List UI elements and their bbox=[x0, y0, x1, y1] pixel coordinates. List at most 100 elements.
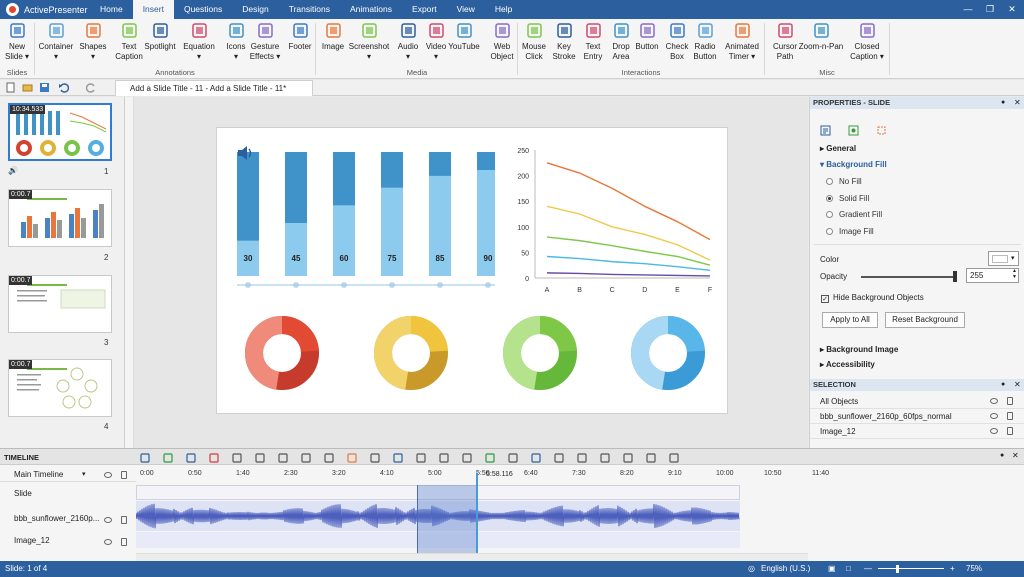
lock-icon[interactable] bbox=[121, 471, 127, 479]
zoom-slider-handle[interactable] bbox=[896, 565, 899, 573]
time-selection[interactable] bbox=[417, 485, 477, 553]
button-button[interactable]: Button bbox=[632, 22, 662, 52]
zoom-n-pan-button[interactable]: Zoom-n-Pan bbox=[796, 22, 846, 52]
lock-icon[interactable] bbox=[1007, 427, 1013, 435]
image-fill-radio[interactable]: Image Fill bbox=[826, 227, 874, 236]
tab-view[interactable]: View bbox=[447, 0, 485, 19]
timeline-tool-icon[interactable] bbox=[393, 453, 403, 463]
track-image[interactable]: Image_12 bbox=[0, 536, 136, 545]
tab-animations[interactable]: Animations bbox=[340, 0, 402, 19]
timeline-tool-icon[interactable] bbox=[163, 453, 173, 463]
background-fill-section[interactable]: ▾ Background Fill bbox=[820, 160, 887, 169]
timeline-tool-icon[interactable] bbox=[554, 453, 564, 463]
timeline-tool-icon[interactable] bbox=[347, 453, 357, 463]
background-image-section[interactable]: ▸ Background Image bbox=[820, 345, 898, 354]
size-properties-icon[interactable] bbox=[876, 125, 887, 136]
slide-thumbnail[interactable]: 10:34.533 bbox=[8, 103, 112, 161]
timeline-tool-icon[interactable] bbox=[186, 453, 196, 463]
pin-icon[interactable]: ● bbox=[1001, 381, 1005, 388]
slide-thumbnail[interactable]: 0:00.7 bbox=[8, 275, 112, 333]
zoom-out-icon[interactable]: — bbox=[864, 561, 872, 577]
new-button[interactable]: New Slide ▾ bbox=[2, 22, 32, 62]
maximize-icon[interactable]: ❐ bbox=[979, 0, 1001, 19]
radio-button[interactable]: Radio Button bbox=[690, 22, 720, 62]
timeline-tool-icon[interactable] bbox=[600, 453, 610, 463]
accessibility-section[interactable]: ▸ Accessibility bbox=[820, 360, 875, 369]
zoom-in-icon[interactable]: + bbox=[950, 561, 955, 577]
fullscreen-icon[interactable]: □ bbox=[846, 561, 851, 577]
timeline-tool-icon[interactable] bbox=[508, 453, 518, 463]
tab-help[interactable]: Help bbox=[485, 0, 522, 19]
selection-row-all[interactable]: All Objects bbox=[810, 394, 1024, 409]
opacity-slider-handle[interactable] bbox=[953, 271, 957, 282]
main-timeline-row[interactable]: Main Timeline ▾ bbox=[0, 466, 136, 482]
youtube-button[interactable]: YouTube bbox=[448, 22, 480, 52]
tab-home[interactable]: Home bbox=[90, 0, 133, 19]
slides-scrollbar[interactable] bbox=[125, 97, 134, 448]
opacity-input[interactable]: 255 ▲ ▼ bbox=[966, 268, 1019, 283]
check-button[interactable]: Check Box bbox=[662, 22, 692, 62]
timeline-tool-icon[interactable] bbox=[416, 453, 426, 463]
timeline-tool-icon[interactable] bbox=[646, 453, 656, 463]
zoom-slider[interactable] bbox=[878, 568, 944, 569]
lock-icon[interactable] bbox=[121, 516, 127, 524]
time-ruler[interactable]: 0:00 0:50 1:40 2:30 3:20 4:10 5:00 5:50 6:40 7:30… bbox=[136, 466, 829, 482]
screenshot-button[interactable]: Screenshot ▾ bbox=[348, 22, 390, 62]
spotlight-button[interactable]: Spotlight bbox=[143, 22, 177, 52]
open-folder-icon[interactable] bbox=[22, 82, 33, 93]
reset-background-button[interactable]: Reset Background bbox=[885, 312, 965, 328]
tab-design[interactable]: Design bbox=[232, 0, 278, 19]
pin-icon[interactable]: ● bbox=[1001, 99, 1005, 106]
opacity-slider[interactable] bbox=[861, 276, 956, 278]
timeline-tool-icon[interactable] bbox=[278, 453, 288, 463]
eye-icon[interactable] bbox=[990, 428, 998, 434]
selection-row-image[interactable]: Image_12 bbox=[810, 424, 1024, 439]
track-video[interactable]: bbb_sunflower_2160p... bbox=[0, 514, 136, 523]
slide-thumbnail[interactable]: 0:00.7 bbox=[8, 359, 112, 417]
eye-icon[interactable] bbox=[104, 517, 112, 523]
eye-icon[interactable] bbox=[104, 472, 112, 478]
eye-icon[interactable] bbox=[990, 413, 998, 419]
timeline-tool-icon[interactable] bbox=[669, 453, 679, 463]
timeline-tool-icon[interactable] bbox=[439, 453, 449, 463]
gradient-fill-radio[interactable]: Gradient Fill bbox=[826, 210, 882, 219]
redo-icon[interactable] bbox=[86, 82, 97, 93]
timeline-tool-icon[interactable] bbox=[462, 453, 472, 463]
undo-icon[interactable] bbox=[58, 82, 69, 93]
color-picker[interactable]: ▾ bbox=[988, 251, 1019, 266]
apply-to-all-button[interactable]: Apply to All bbox=[822, 312, 878, 328]
timeline-tool-icon[interactable] bbox=[301, 453, 311, 463]
no-fill-radio[interactable]: No Fill bbox=[826, 177, 862, 186]
timeline-tool-icon[interactable] bbox=[209, 453, 219, 463]
close-panel-icon[interactable]: ✕ bbox=[1014, 98, 1021, 107]
lock-icon[interactable] bbox=[1007, 412, 1013, 420]
track-slide[interactable]: Slide bbox=[0, 489, 136, 498]
audio-icon[interactable] bbox=[236, 144, 256, 162]
gesture-button[interactable]: Gesture Effects ▾ bbox=[248, 22, 282, 62]
mouse-button[interactable]: Mouse Click bbox=[519, 22, 549, 62]
slide[interactable]: 30 45 60 75 85 90 0 50 100 150 200 250 A B C D E F bbox=[216, 127, 728, 414]
solid-fill-radio[interactable]: Solid Fill bbox=[826, 194, 869, 203]
container-button[interactable]: Container ▾ bbox=[36, 22, 76, 62]
key-button[interactable]: Key Stroke bbox=[549, 22, 579, 62]
close-panel-icon[interactable]: ✕ bbox=[1012, 451, 1019, 460]
minimize-icon[interactable]: — bbox=[957, 0, 979, 19]
timeline-tool-icon[interactable] bbox=[255, 453, 265, 463]
shapes-button[interactable]: Shapes ▾ bbox=[76, 22, 110, 62]
web-button[interactable]: Web Object bbox=[486, 22, 518, 62]
slide-properties-icon[interactable] bbox=[820, 125, 831, 136]
timeline-tool-icon[interactable] bbox=[232, 453, 242, 463]
playhead[interactable] bbox=[476, 473, 478, 553]
save-icon[interactable] bbox=[39, 82, 50, 93]
timeline-tool-icon[interactable] bbox=[370, 453, 380, 463]
text-button[interactable]: Text Caption bbox=[112, 22, 146, 62]
timeline-tool-icon[interactable] bbox=[577, 453, 587, 463]
eye-icon[interactable] bbox=[104, 539, 112, 545]
timeline-tool-icon[interactable] bbox=[485, 453, 495, 463]
timeline-tool-icon[interactable] bbox=[623, 453, 633, 463]
tab-export[interactable]: Export bbox=[402, 0, 447, 19]
equation-button[interactable]: Equation ▾ bbox=[182, 22, 216, 62]
new-file-icon[interactable] bbox=[5, 82, 16, 93]
timeline-tool-icon[interactable] bbox=[531, 453, 541, 463]
selection-row-video[interactable]: bbb_sunflower_2160p_60fps_normal bbox=[810, 409, 1024, 424]
